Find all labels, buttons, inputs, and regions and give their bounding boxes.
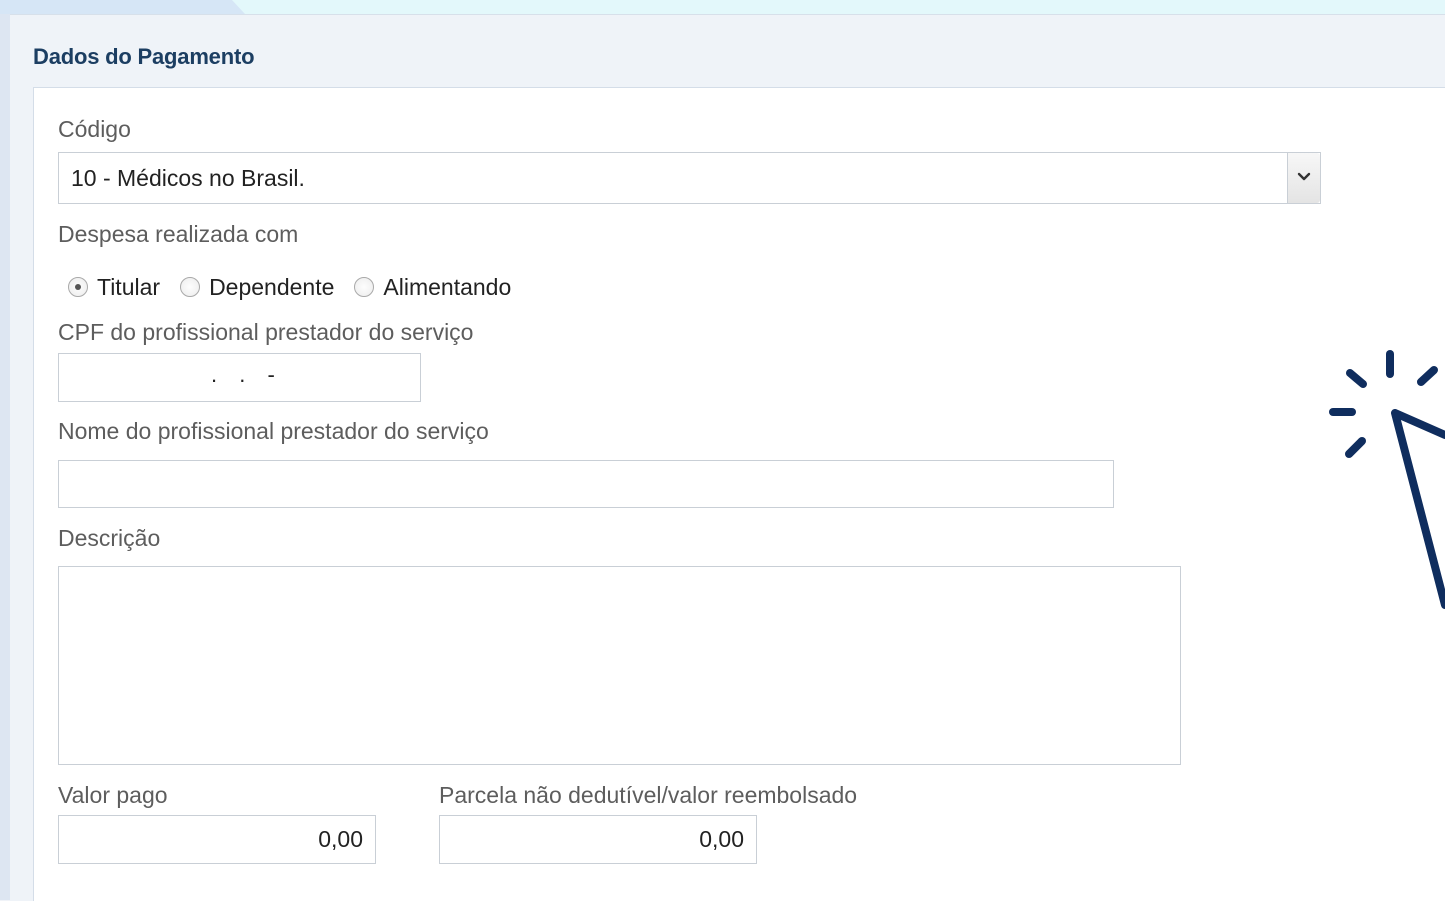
nome-label: Nome do profissional prestador do serviç…	[58, 418, 489, 444]
radio-alimentando-label: Alimentando	[383, 273, 512, 300]
cpf-input[interactable]: . . -	[58, 353, 421, 402]
cpf-mask-text: . . -	[211, 362, 283, 387]
radio-dependente[interactable]: Dependente	[180, 274, 334, 301]
radio-titular-button[interactable]	[68, 277, 88, 297]
parcela-label: Parcela não dedutível/valor reembolsado	[439, 782, 858, 808]
section-title: Dados do Pagamento	[33, 44, 255, 69]
valor-pago-value: 0,00	[318, 826, 363, 852]
parcela-input[interactable]: 0,00	[439, 815, 757, 864]
nome-input[interactable]	[58, 460, 1114, 508]
top-tab-shape	[0, 0, 245, 14]
click-cursor-icon	[1329, 350, 1445, 609]
codigo-dropdown-button[interactable]	[1287, 153, 1320, 203]
codigo-select[interactable]: 10 - Médicos no Brasil.	[58, 152, 1321, 204]
left-edge	[0, 14, 10, 900]
radio-dependente-button[interactable]	[180, 277, 201, 297]
radio-titular[interactable]: Titular	[68, 274, 160, 301]
descricao-textarea[interactable]	[58, 566, 1181, 765]
descricao-label: Descrição	[58, 525, 161, 551]
cpf-label: CPF do profissional prestador do serviço	[58, 319, 474, 345]
chevron-down-icon	[1297, 172, 1311, 181]
codigo-label: Código	[58, 116, 131, 142]
despesa-label: Despesa realizada com	[58, 221, 299, 247]
parcela-value: 0,00	[699, 826, 744, 852]
radio-alimentando[interactable]: Alimentando	[354, 274, 511, 301]
despesa-radio-group: Titular Dependente Alimentando	[68, 272, 531, 302]
radio-alimentando-button[interactable]	[354, 277, 375, 297]
valor-pago-input[interactable]: 0,00	[58, 815, 376, 864]
radio-dependente-label: Dependente	[209, 273, 335, 300]
valor-pago-label: Valor pago	[58, 782, 168, 808]
radio-titular-label: Titular	[97, 273, 161, 300]
codigo-selected-value: 10 - Médicos no Brasil.	[71, 165, 305, 191]
